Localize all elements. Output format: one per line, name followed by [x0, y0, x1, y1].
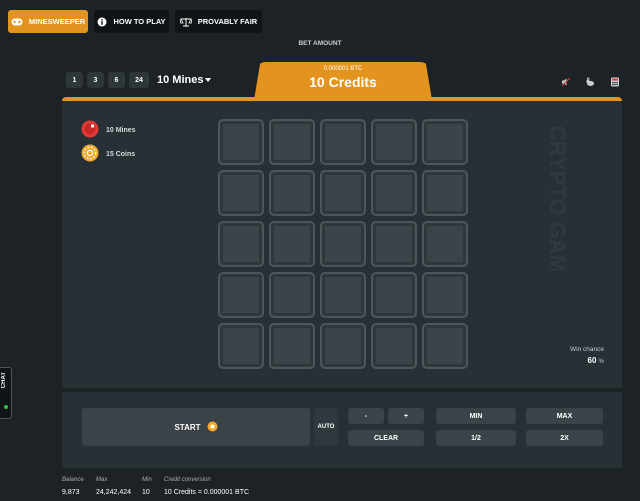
max-value: 24,242,424	[96, 489, 132, 496]
tile[interactable]	[269, 323, 315, 369]
calculator-icon[interactable]	[610, 74, 620, 87]
tile[interactable]	[320, 221, 366, 267]
tile[interactable]	[422, 272, 468, 318]
tile[interactable]	[218, 119, 264, 165]
mine-option-6[interactable]: 6	[108, 72, 125, 88]
tile[interactable]	[371, 272, 417, 318]
auto-button[interactable]: AUTO	[314, 408, 338, 446]
nav-minesweeper-label: MINESWEEPER	[28, 17, 86, 26]
balance-label: Balance	[62, 477, 84, 483]
tile[interactable]	[320, 170, 366, 216]
caret-down-icon	[205, 74, 212, 86]
legend-coins: 15 Coins	[81, 144, 135, 164]
legend-mines: 10 Mines	[81, 120, 136, 140]
decrease-button[interactable]: -	[348, 408, 384, 424]
sound-off-icon[interactable]	[561, 74, 571, 87]
increase-button[interactable]: +	[388, 408, 424, 424]
half-button[interactable]: 1/2	[436, 430, 516, 446]
coin-icon	[207, 421, 218, 434]
max-label: Max	[96, 477, 108, 483]
mine-icon	[81, 120, 99, 140]
win-chance-number: 60	[587, 356, 597, 365]
tile[interactable]	[371, 221, 417, 267]
tile[interactable]	[422, 323, 468, 369]
tile[interactable]	[269, 272, 315, 318]
bet-credits-value[interactable]: 10 Credits	[254, 74, 432, 90]
nav-minesweeper-button[interactable]: MINESWEEPER	[8, 10, 88, 33]
tile[interactable]	[269, 170, 315, 216]
bet-amount-header: BET AMOUNT	[298, 40, 342, 47]
min-value: 10	[142, 489, 150, 496]
gamepad-icon	[11, 18, 23, 26]
nav-provably-fair-button[interactable]: PROVABLY FAIR	[175, 10, 262, 33]
coin-icon	[81, 144, 99, 164]
tile[interactable]	[269, 221, 315, 267]
rabbit-icon[interactable]	[585, 74, 595, 86]
balance-value: 9,873	[62, 489, 80, 496]
win-chance-value: 60 %	[588, 356, 604, 365]
tile[interactable]	[371, 323, 417, 369]
credit-conversion-value: 10 Credits = 0.000001 BTC	[164, 489, 250, 496]
info-icon	[97, 17, 107, 27]
watermark-text: CRYPTO GAMES	[545, 125, 570, 270]
tile[interactable]	[422, 119, 468, 165]
mine-option-1[interactable]: 1	[66, 72, 83, 88]
mines-dropdown[interactable]: 10 Mines	[157, 74, 212, 86]
clear-button[interactable]: CLEAR	[348, 430, 424, 446]
tile[interactable]	[320, 272, 366, 318]
mine-option-3[interactable]: 3	[87, 72, 104, 88]
tile-grid	[218, 119, 468, 369]
mine-options: 1 3 6 24 10 Mines	[66, 72, 212, 88]
tile[interactable]	[269, 119, 315, 165]
nav-provably-fair-label: PROVABLY FAIR	[197, 17, 258, 26]
max-button[interactable]: MAX	[526, 408, 603, 424]
tile[interactable]	[320, 119, 366, 165]
legend-mines-label: 10 Mines	[106, 126, 136, 134]
tile[interactable]	[218, 323, 264, 369]
nav-how-to-play-label: HOW TO PLAY	[113, 17, 166, 26]
credit-conversion-label: Credit conversion	[164, 477, 211, 483]
start-button[interactable]: START	[82, 408, 310, 446]
tile[interactable]	[422, 221, 468, 267]
legend-coins-label: 15 Coins	[106, 150, 136, 158]
tile[interactable]	[218, 170, 264, 216]
chat-label: CHAT	[1, 372, 7, 389]
scale-icon	[179, 17, 192, 27]
mines-selected-label: 10 Mines	[157, 74, 204, 86]
tile[interactable]	[371, 170, 417, 216]
tile[interactable]	[218, 221, 264, 267]
online-status-dot	[4, 405, 8, 409]
start-label: START	[174, 422, 201, 432]
min-label: Min	[142, 477, 152, 483]
tile[interactable]	[371, 119, 417, 165]
top-nav: MINESWEEPER HOW TO PLAY PROVABLY FAIR	[0, 0, 640, 44]
double-button[interactable]: 2X	[526, 430, 603, 446]
tile[interactable]	[320, 323, 366, 369]
win-chance-unit: %	[598, 359, 604, 365]
tile[interactable]	[422, 170, 468, 216]
tile[interactable]	[218, 272, 264, 318]
crypto-games-watermark: CRYPTO GAMES	[545, 125, 570, 270]
win-chance-label: Win chance	[570, 346, 604, 353]
mine-option-24[interactable]: 24	[129, 72, 149, 88]
nav-how-to-play-button[interactable]: HOW TO PLAY	[94, 10, 169, 33]
bet-btc-amount: 0.000001 BTC	[323, 66, 363, 72]
min-button[interactable]: MIN	[436, 408, 516, 424]
